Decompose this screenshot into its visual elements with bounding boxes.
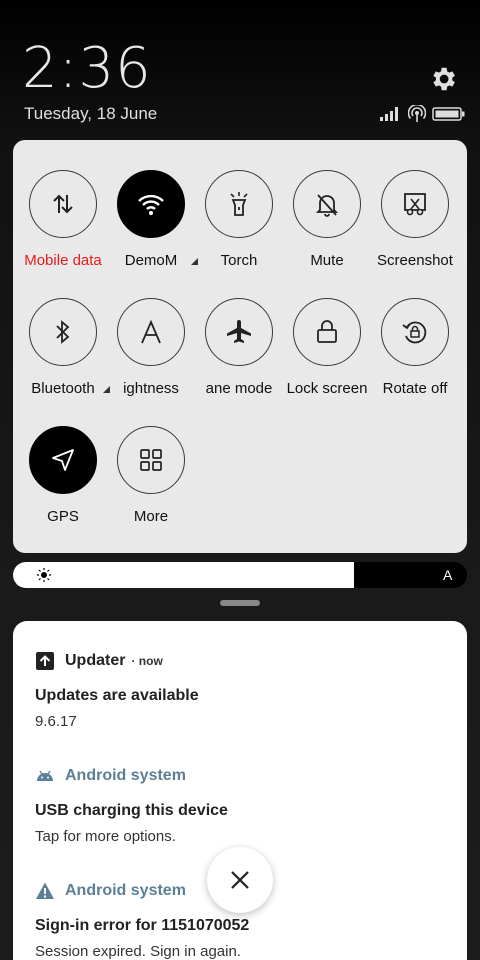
tile-torch[interactable]: Torch: [195, 170, 283, 280]
tile-bluetooth-button[interactable]: [29, 298, 97, 366]
tile-gps-label: GPS: [47, 508, 79, 525]
tile-mobile-data-button[interactable]: [29, 170, 97, 238]
close-icon: [231, 871, 249, 889]
tile-airplane-mode-button[interactable]: [205, 298, 273, 366]
tile-more[interactable]: More: [107, 426, 195, 536]
lock-icon: [317, 320, 337, 343]
warning-icon: [36, 882, 54, 899]
tile-bluetooth-label: Bluetooth: [31, 380, 95, 397]
rotate-lock-icon: [402, 321, 427, 344]
notification-header: Updater · now: [35, 651, 163, 671]
screenshot-icon: [404, 193, 426, 216]
notification-app-name: Updater: [65, 652, 126, 669]
tile-airplane-mode[interactable]: ane mode: [195, 298, 283, 408]
brightness-fill: [13, 562, 354, 588]
tile-screenshot-button[interactable]: [381, 170, 449, 238]
tile-torch-label: Torch: [220, 252, 258, 269]
panel-drag-handle[interactable]: [220, 600, 260, 606]
airplane-icon: [227, 320, 251, 343]
notification-body[interactable]: 9.6.17: [35, 713, 77, 730]
tile-mobile-data-label: Mobile data: [24, 252, 102, 269]
tile-airplane-mode-label: ane mode: [205, 380, 273, 397]
tile-lock-screen-button[interactable]: [293, 298, 361, 366]
tile-lock-screen-label: Lock screen: [286, 380, 368, 397]
tile-wifi-button[interactable]: [117, 170, 185, 238]
notification-title[interactable]: Sign-in error for 1151070052: [35, 917, 249, 935]
tile-auto-brightness-button[interactable]: [117, 298, 185, 366]
android-icon: [37, 770, 53, 781]
tile-auto-brightness[interactable]: ightness: [107, 298, 195, 408]
tile-gps-button[interactable]: [29, 426, 97, 494]
notification-time: · now: [131, 654, 163, 668]
tile-screenshot[interactable]: Screenshot: [371, 170, 459, 280]
data-arrows-icon: [53, 194, 73, 214]
clock-time: 2:36: [22, 36, 152, 101]
tile-gps[interactable]: GPS: [19, 426, 107, 536]
grid-icon: [140, 449, 162, 471]
auto-brightness-icon: [141, 319, 161, 344]
brightness-auto-label[interactable]: A: [443, 567, 452, 583]
tile-bluetooth[interactable]: Bluetooth: [19, 298, 107, 408]
tile-torch-button[interactable]: [205, 170, 273, 238]
notification-header: Android system: [35, 881, 186, 901]
notification-title[interactable]: USB charging this device: [35, 802, 228, 820]
brightness-slider[interactable]: A: [13, 562, 467, 588]
update-arrow-icon: [36, 652, 54, 670]
tile-rotate-off-label: Rotate off: [382, 380, 448, 397]
torch-icon: [230, 192, 248, 216]
notification-title[interactable]: Updates are available: [35, 687, 199, 705]
tile-more-label: More: [133, 508, 169, 525]
clear-all-button[interactable]: [207, 847, 273, 913]
notification-header: Android system: [35, 766, 186, 786]
bell-off-icon: [315, 194, 339, 217]
wifi-icon: [138, 194, 164, 215]
notification-app-name: Android system: [65, 882, 186, 899]
tile-rotate-off-button[interactable]: [381, 298, 449, 366]
tile-mute-label: Mute: [310, 252, 344, 269]
signal-icon: [380, 107, 398, 121]
quick-settings-panel: Mobile data DemoM Torch Mute Screenshot …: [13, 140, 467, 553]
date-label: Tuesday, 18 June: [24, 104, 158, 123]
tile-mute[interactable]: Mute: [283, 170, 371, 280]
tile-mobile-data[interactable]: Mobile data: [19, 170, 107, 280]
tile-auto-brightness-label: ightness: [123, 380, 179, 397]
tile-more-button[interactable]: [117, 426, 185, 494]
tile-rotate-off[interactable]: Rotate off: [371, 298, 459, 408]
wifi-hotspot-icon: [408, 105, 426, 122]
tile-mute-button[interactable]: [293, 170, 361, 238]
bluetooth-icon: [56, 320, 70, 344]
brightness-sun-icon: [37, 568, 51, 582]
status-bar-icons: [380, 104, 466, 124]
tile-lock-screen[interactable]: Lock screen: [283, 298, 371, 408]
tile-wifi-label: DemoM: [124, 252, 178, 269]
tile-wifi[interactable]: DemoM: [107, 170, 195, 280]
battery-icon: [432, 107, 465, 121]
notification-body[interactable]: Session expired. Sign in again.: [35, 943, 241, 960]
navigation-icon: [52, 449, 74, 471]
notification-app-name: Android system: [65, 767, 186, 784]
notification-body[interactable]: Tap for more options.: [35, 828, 176, 845]
settings-gear-icon[interactable]: [428, 64, 458, 94]
tile-screenshot-label: Screenshot: [377, 252, 453, 269]
